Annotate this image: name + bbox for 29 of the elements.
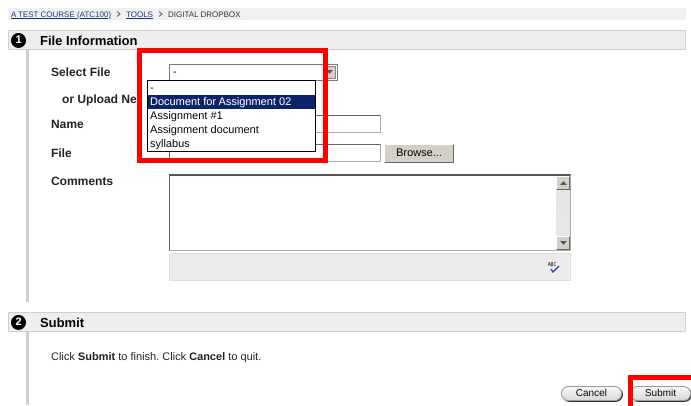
- dropdown-option[interactable]: Assignment document: [148, 123, 315, 137]
- field-label: Select File: [51, 65, 112, 79]
- instruction-text: Click Submit to finish. Click Cancel to quit.: [51, 350, 262, 363]
- dropdown-option[interactable]: -: [148, 81, 315, 95]
- select-file-dropdown[interactable]: -: [169, 64, 338, 80]
- field-label: Name: [51, 117, 85, 131]
- step-number: 1: [11, 32, 26, 48]
- dropdown-option[interactable]: syllabus: [148, 137, 315, 151]
- step-number: 2: [11, 314, 26, 330]
- breadcrumb-current: DIGITAL DROPBOX: [168, 10, 240, 18]
- spellcheck-icon[interactable]: [548, 262, 560, 272]
- section-title: File Information: [40, 32, 138, 48]
- chevron-icon: [158, 11, 164, 17]
- field-label: File: [51, 146, 73, 160]
- field-label: Comments: [51, 174, 114, 188]
- browse-button[interactable]: Browse...: [384, 144, 454, 162]
- cancel-button[interactable]: Cancel: [560, 386, 622, 401]
- comments-text-area[interactable]: [169, 174, 571, 251]
- dropdown-option[interactable]: Document for Assignment 02: [148, 95, 315, 109]
- up-arrow-icon: [560, 181, 566, 185]
- chevron-icon: [116, 11, 122, 17]
- section-title: Submit: [40, 314, 84, 330]
- dropdown-option[interactable]: Assignment #1: [148, 109, 315, 123]
- down-arrow-icon: [326, 70, 333, 74]
- field-label: or Upload Ne: [61, 92, 137, 106]
- down-arrow-icon: [560, 241, 566, 245]
- breadcrumb-link[interactable]: A TEST COURSE (ATC100): [11, 10, 112, 18]
- scrollbar[interactable]: [556, 176, 570, 250]
- breadcrumb-link[interactable]: TOOLS: [126, 10, 154, 18]
